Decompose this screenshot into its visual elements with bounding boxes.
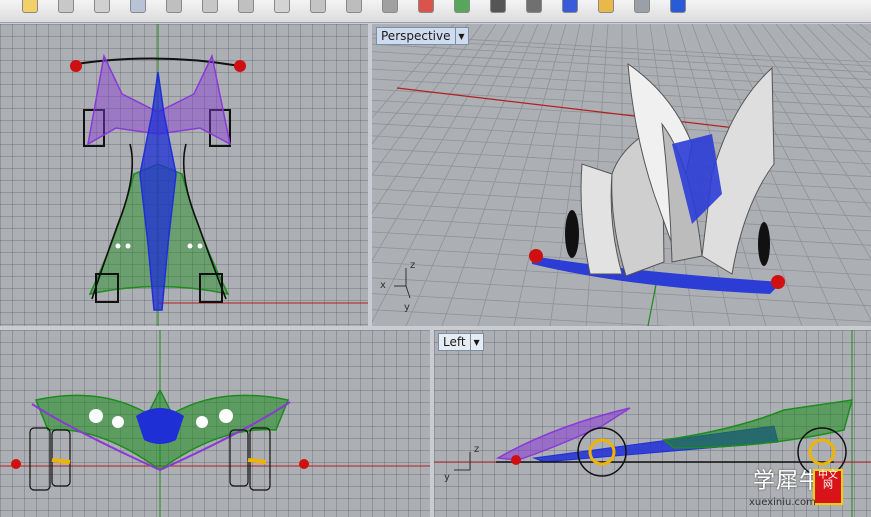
- viewport-title: Perspective: [381, 29, 451, 43]
- front-view-model: [0, 330, 430, 517]
- light-icon[interactable]: [526, 0, 542, 13]
- y-axis-label: y: [404, 302, 410, 313]
- arc-icon[interactable]: [238, 0, 254, 13]
- chevron-down-icon[interactable]: ▼: [454, 28, 468, 44]
- front-right-marker: [771, 275, 785, 289]
- render-icon[interactable]: [418, 0, 434, 13]
- surface-icon[interactable]: [382, 0, 398, 13]
- rotate-icon[interactable]: [346, 0, 362, 13]
- help-icon[interactable]: [670, 0, 686, 13]
- y-axis-label: y: [444, 472, 450, 483]
- front-left-wheel: [29, 427, 71, 491]
- lock-icon[interactable]: [58, 0, 74, 13]
- top-view-model: [70, 24, 368, 326]
- settings-icon[interactable]: [598, 0, 614, 13]
- perspective-grid-model: z x y: [372, 24, 871, 326]
- chevron-down-icon[interactable]: ▼: [469, 334, 483, 350]
- file-icon[interactable]: [22, 0, 38, 13]
- curve-icon[interactable]: [130, 0, 146, 13]
- left-viewport-tab[interactable]: Left ▼: [438, 333, 484, 351]
- tools-icon[interactable]: [634, 0, 650, 13]
- z-axis-label: z: [410, 260, 415, 271]
- select-icon[interactable]: [94, 0, 110, 13]
- perspective-viewport-tab[interactable]: Perspective ▼: [376, 27, 469, 45]
- material-icon[interactable]: [562, 0, 578, 13]
- zoom-icon[interactable]: [274, 0, 290, 13]
- watermark-title: 学犀牛: [753, 469, 823, 494]
- watermark-url: xuexiniu.com: [749, 497, 816, 508]
- main-toolbar: [0, 0, 871, 23]
- front-right-marker: [234, 60, 246, 72]
- watermark-seal: 中文网: [813, 469, 843, 505]
- pan-icon[interactable]: [310, 0, 326, 13]
- x-axis-label: x: [380, 280, 386, 291]
- z-axis-label: z: [474, 444, 479, 455]
- viewport-left[interactable]: z y Left ▼ 学犀牛 中文网 xuexiniu.com: [434, 330, 871, 517]
- front-left-marker: [70, 60, 82, 72]
- color-wheel-icon[interactable]: [454, 0, 470, 13]
- front-left-marker: [529, 249, 543, 263]
- viewport-perspective[interactable]: z x y Perspective ▼: [372, 24, 871, 326]
- viewport-front[interactable]: [0, 330, 430, 517]
- line-icon[interactable]: [166, 0, 182, 13]
- circle-icon[interactable]: [202, 0, 218, 13]
- shade-icon[interactable]: [490, 0, 506, 13]
- viewport-top[interactable]: [0, 24, 368, 326]
- watermark: 学犀牛 中文网 xuexiniu.com: [745, 463, 865, 515]
- viewport-title: Left: [443, 335, 466, 349]
